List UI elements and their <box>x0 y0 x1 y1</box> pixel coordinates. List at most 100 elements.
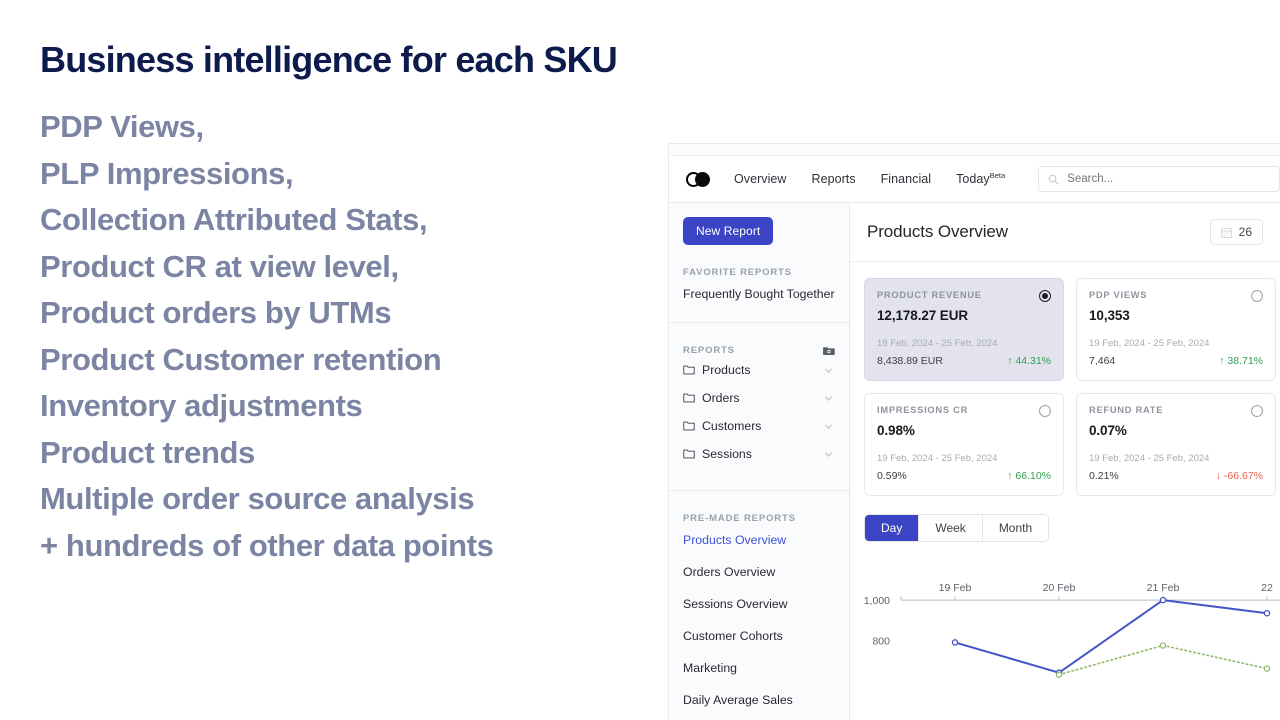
report-title: Products Overview <box>867 222 1008 241</box>
nav-label: Reports <box>811 172 856 186</box>
nav-item-reports[interactable]: Reports <box>812 172 856 186</box>
sidebar-item-marketing[interactable]: Marketing <box>669 652 849 684</box>
metric-card-delta: ↓ -66.67% <box>1215 470 1263 482</box>
sidebar-item-customer-cohorts[interactable]: Customer Cohorts <box>669 620 849 652</box>
promo-line: Product CR at view level, <box>40 248 399 284</box>
nav-label: Overview <box>734 172 787 186</box>
folder-icon <box>683 449 695 459</box>
x-tick-label: 22 <box>1261 582 1273 594</box>
y-tick-label: 1,000 <box>864 595 890 607</box>
metric-card[interactable]: IMPRESSIONS CR 0.98% 19 Feb, 2024 - 25 Feb… <box>864 393 1064 496</box>
granularity-day[interactable]: Day <box>865 515 920 541</box>
beta-badge: Beta <box>989 171 1006 181</box>
sidebar-folder-products[interactable]: Products <box>669 356 849 384</box>
chart-point <box>1263 665 1271 672</box>
promo-line: PDP Views, <box>40 109 204 145</box>
metric-card-previous: 7,464 <box>1089 355 1116 367</box>
metric-card-range: 19 Feb, 2024 - 25 Feb, 2024 <box>877 453 998 464</box>
metric-card-value: 0.07% <box>1089 423 1127 438</box>
sidebar-item-frequently-bought-together[interactable]: Frequently Bought Together <box>669 278 849 310</box>
metric-card-radio[interactable] <box>1251 290 1263 302</box>
metric-card-label: REFUND RATE <box>1089 405 1164 415</box>
premade-reports-heading-label: PRE-MADE REPORTS <box>683 513 796 524</box>
sidebar-divider-2 <box>669 490 849 491</box>
metric-card-value: 12,178.27 EUR <box>877 308 969 323</box>
metric-card[interactable]: PDP VIEWS 10,353 19 Feb, 2024 - 25 Feb, 20… <box>1076 278 1276 381</box>
date-range-picker[interactable]: 26 <box>1209 219 1263 245</box>
chart-point <box>1159 642 1167 649</box>
trend-chart-svg: 1,000 800 19 Feb 20 Feb 21 Feb 22 <box>864 582 1280 678</box>
promo-line: Product orders by UTMs <box>40 295 392 331</box>
metric-card-value: 0.98% <box>877 423 915 438</box>
chevron-down-icon[interactable] <box>824 422 833 431</box>
chart-series-current <box>954 599 1268 674</box>
metric-card-label: PRODUCT REVENUE <box>877 290 982 300</box>
x-tick-label: 21 Feb <box>1147 582 1180 594</box>
sidebar-folder-customers[interactable]: Customers <box>669 412 849 440</box>
granularity-month[interactable]: Month <box>982 515 1049 541</box>
metric-cards-grid: PRODUCT REVENUE 12,178.27 EUR 19 Feb, 2024… <box>850 262 1280 496</box>
top-navbar: Overview Reports Financial TodayBeta <box>669 156 1280 203</box>
chart-point <box>1263 609 1271 617</box>
date-range-label: 26 <box>1238 225 1252 239</box>
sidebar-folder-sessions[interactable]: Sessions <box>669 440 849 468</box>
app-window: Overview Reports Financial TodayBeta Sea… <box>668 143 1280 720</box>
promo-feature-list: PDP Views, PLP Impressions, Collection Att… <box>40 104 680 569</box>
metric-card-radio[interactable] <box>1039 290 1051 302</box>
promo-line: Inventory adjustments <box>40 388 363 424</box>
folder-icon <box>683 421 695 431</box>
promo-line: Product trends <box>40 434 255 470</box>
sidebar-item-sessions-overview[interactable]: Sessions Overview <box>669 588 849 620</box>
metric-card-range: 19 Feb, 2024 - 25 Feb, 2024 <box>877 338 998 349</box>
add-folder-icon[interactable] <box>823 345 835 356</box>
metric-card[interactable]: REFUND RATE 0.07% 19 Feb, 2024 - 25 Feb, 2… <box>1076 393 1276 496</box>
nav-item-financial[interactable]: Financial <box>881 172 931 186</box>
metric-card-delta: ↑ 44.31% <box>1007 355 1051 367</box>
chevron-down-icon[interactable] <box>824 394 833 403</box>
promo-line: Product Customer retention <box>40 341 442 377</box>
chevron-down-icon[interactable] <box>824 450 833 459</box>
two-circles-logo-icon[interactable] <box>686 171 712 187</box>
metric-card-delta: ↑ 66.10% <box>1007 470 1051 482</box>
promo-panel: Business intelligence for each SKU PDP V… <box>40 39 680 569</box>
folder-icon <box>683 365 695 375</box>
metric-card-range: 19 Feb, 2024 - 25 Feb, 2024 <box>1089 453 1210 464</box>
promo-line: + hundreds of other data points <box>40 527 494 563</box>
reports-heading-label: REPORTS <box>683 345 735 356</box>
sidebar-item-products-overview[interactable]: Products Overview <box>669 524 849 556</box>
promo-line: Collection Attributed Stats, <box>40 202 428 238</box>
metric-card-label: PDP VIEWS <box>1089 290 1148 300</box>
sidebar-item-orders-overview[interactable]: Orders Overview <box>669 556 849 588</box>
granularity-week[interactable]: Week <box>919 515 983 541</box>
sidebar-item-daily-average-sales[interactable]: Daily Average Sales <box>669 684 849 716</box>
metric-card-range: 19 Feb, 2024 - 25 Feb, 2024 <box>1089 338 1210 349</box>
metric-card-previous: 0.21% <box>1089 470 1119 482</box>
metric-card-radio[interactable] <box>1251 405 1263 417</box>
search-box[interactable] <box>1038 166 1280 192</box>
favorite-reports-heading-label: FAVORITE REPORTS <box>683 267 792 278</box>
x-tick-label: 20 Feb <box>1043 582 1076 594</box>
metric-card-label: IMPRESSIONS CR <box>877 405 969 415</box>
new-report-button[interactable]: New Report <box>683 217 774 245</box>
metric-card[interactable]: PRODUCT REVENUE 12,178.27 EUR 19 Feb, 2024… <box>864 278 1064 381</box>
reports-heading: REPORTS <box>669 345 849 356</box>
chart-point <box>1159 596 1167 604</box>
sidebar: New Report FAVORITE REPORTS Frequently B… <box>669 203 850 720</box>
sidebar-folder-label: Sessions <box>702 447 752 461</box>
metric-card-value: 10,353 <box>1089 308 1130 323</box>
metric-card-previous: 0.59% <box>877 470 907 482</box>
search-input[interactable] <box>1067 173 1270 185</box>
metric-card-previous: 8,438.89 EUR <box>877 355 943 367</box>
chart-point <box>1055 671 1063 678</box>
chevron-down-icon[interactable] <box>824 366 833 375</box>
window-titlebar <box>669 144 1280 156</box>
trend-chart[interactable]: 1,000 800 19 Feb 20 Feb 21 Feb 22 <box>850 564 1280 684</box>
sidebar-item-performance-ratios[interactable]: Performance Ratios <box>669 716 849 720</box>
metric-card-radio[interactable] <box>1039 405 1051 417</box>
sidebar-folder-orders[interactable]: Orders <box>669 384 849 412</box>
nav-item-overview[interactable]: Overview <box>734 172 787 186</box>
calendar-icon <box>1220 227 1232 238</box>
nav-item-today[interactable]: TodayBeta <box>956 171 1005 186</box>
nav-label: Financial <box>880 172 932 186</box>
sidebar-folder-label: Orders <box>702 391 740 405</box>
